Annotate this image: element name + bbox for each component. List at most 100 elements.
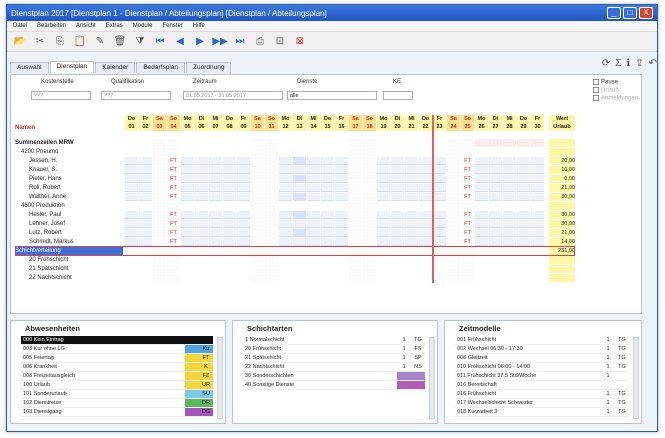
tab-auswahl[interactable]: Auswahl — [10, 62, 49, 73]
schedule-cell[interactable] — [489, 220, 502, 228]
schedule-cell[interactable] — [517, 229, 530, 237]
schedule-cell[interactable] — [405, 274, 418, 282]
schedule-cell[interactable] — [223, 166, 236, 174]
shift-scrollbar[interactable] — [429, 337, 435, 419]
schedule-cell[interactable] — [153, 157, 166, 165]
grid-row-name[interactable]: Lutz, Robert — [15, 229, 123, 237]
list-item[interactable]: 011 Frühschicht 37,5 Std/Woche 1 — [455, 372, 629, 381]
schedule-cell[interactable] — [223, 220, 236, 228]
schedule-cell[interactable] — [447, 265, 460, 273]
list-item[interactable]: 003 Kur ohne LG Ku — [21, 345, 213, 354]
tab-dienstplan[interactable]: Dienstplan — [49, 61, 95, 73]
schedule-cell[interactable] — [433, 265, 446, 273]
schedule-cell[interactable] — [251, 265, 264, 273]
schedule-cell[interactable] — [377, 211, 390, 219]
schedule-cell[interactable] — [335, 274, 348, 282]
schedule-cell[interactable] — [335, 184, 348, 192]
schedule-cell[interactable]: FT — [167, 184, 180, 192]
schedule-cell[interactable] — [265, 211, 278, 219]
schedule-cell[interactable] — [321, 175, 334, 183]
schedule-cell[interactable] — [405, 265, 418, 273]
schedule-cell[interactable] — [475, 184, 488, 192]
schedule-cell[interactable] — [209, 247, 222, 255]
schedule-cell[interactable] — [335, 247, 348, 255]
schedule-cell[interactable] — [503, 238, 516, 246]
schedule-cell[interactable] — [489, 148, 502, 156]
schedule-cell[interactable] — [125, 220, 138, 228]
menu-item[interactable]: Fenster — [162, 23, 182, 29]
schedule-cell[interactable] — [139, 184, 152, 192]
menu-item[interactable]: Datei — [13, 23, 27, 29]
list-item[interactable]: 005 Feiertag FT — [21, 354, 213, 363]
paste-icon[interactable]: 📋 — [73, 35, 87, 49]
schedule-cell[interactable] — [223, 175, 236, 183]
schedule-cell[interactable] — [153, 220, 166, 228]
schedule-cell[interactable] — [447, 193, 460, 201]
schedule-cell[interactable] — [391, 184, 404, 192]
filter-checkbox[interactable]: Anmeldungen — [593, 95, 638, 102]
list-item[interactable]: 017 Wechselschicht Schwester 1 TG — [455, 399, 629, 408]
sum-icon[interactable]: Σ — [615, 58, 621, 69]
schedule-cell[interactable] — [475, 274, 488, 282]
schedule-cell[interactable] — [153, 184, 166, 192]
schedule-cell[interactable] — [223, 238, 236, 246]
schedule-cell[interactable] — [223, 148, 236, 156]
schedule-cell[interactable] — [209, 157, 222, 165]
schedule-cell[interactable] — [503, 247, 516, 255]
schedule-cell[interactable] — [517, 166, 530, 174]
schedule-cell[interactable] — [419, 184, 432, 192]
schedule-cell[interactable] — [419, 256, 432, 264]
schedule-cell[interactable] — [503, 256, 516, 264]
schedule-cell[interactable] — [489, 211, 502, 219]
schedule-cell[interactable]: FT — [167, 220, 180, 228]
schedule-cell[interactable]: FT — [461, 184, 474, 192]
schedule-cell[interactable] — [139, 139, 152, 147]
schedule-cell[interactable] — [405, 238, 418, 246]
schedule-cell[interactable] — [433, 148, 446, 156]
schedule-cell[interactable] — [307, 148, 320, 156]
schedule-cell[interactable] — [251, 229, 264, 237]
schedule-cell[interactable] — [209, 202, 222, 210]
schedule-cell[interactable] — [461, 274, 474, 282]
schedule-cell[interactable] — [209, 175, 222, 183]
checkbox-icon[interactable] — [593, 87, 599, 93]
schedule-cell[interactable] — [153, 274, 166, 282]
schedule-cell[interactable] — [335, 175, 348, 183]
schedule-cell[interactable] — [503, 148, 516, 156]
schedule-cell[interactable] — [503, 166, 516, 174]
funnel-icon[interactable]: ⧩ — [133, 35, 147, 49]
schedule-cell[interactable] — [321, 211, 334, 219]
grid-row-name[interactable]: Lehner, Josef — [15, 220, 123, 228]
schedule-cell[interactable] — [363, 139, 376, 147]
schedule-cell[interactable] — [125, 211, 138, 219]
schedule-cell[interactable] — [181, 202, 194, 210]
schedule-cell[interactable] — [279, 229, 292, 237]
schedule-cell[interactable] — [475, 265, 488, 273]
grid-row-name[interactable]: Jessen, H. — [15, 157, 123, 165]
filter-input[interactable]: ??? — [101, 91, 171, 100]
schedule-cell[interactable] — [391, 220, 404, 228]
schedule-cell[interactable] — [335, 193, 348, 201]
schedule-cell[interactable] — [377, 220, 390, 228]
undo-icon[interactable]: ↶ — [649, 58, 657, 69]
schedule-cell[interactable] — [251, 274, 264, 282]
absence-scrollbar[interactable] — [217, 337, 223, 419]
schedule-cell[interactable] — [139, 193, 152, 201]
grid-row-name[interactable]: Hesler, Paul — [15, 211, 123, 219]
schedule-cell[interactable] — [447, 166, 460, 174]
schedule-cell[interactable] — [265, 157, 278, 165]
schedule-cell[interactable] — [181, 166, 194, 174]
schedule-cell[interactable] — [279, 166, 292, 174]
schedule-cell[interactable] — [265, 193, 278, 201]
maximize-button[interactable]: □ — [623, 7, 637, 19]
schedule-cell[interactable] — [307, 157, 320, 165]
schedule-cell[interactable] — [237, 274, 250, 282]
schedule-cell[interactable] — [321, 202, 334, 210]
schedule-cell[interactable] — [153, 265, 166, 273]
schedule-cell[interactable] — [251, 157, 264, 165]
schedule-cell[interactable] — [335, 148, 348, 156]
schedule-cell[interactable] — [265, 265, 278, 273]
schedule-cell[interactable] — [251, 184, 264, 192]
list-item[interactable]: 016 Bereitschaft — [455, 381, 629, 390]
schedule-cell[interactable] — [517, 184, 530, 192]
